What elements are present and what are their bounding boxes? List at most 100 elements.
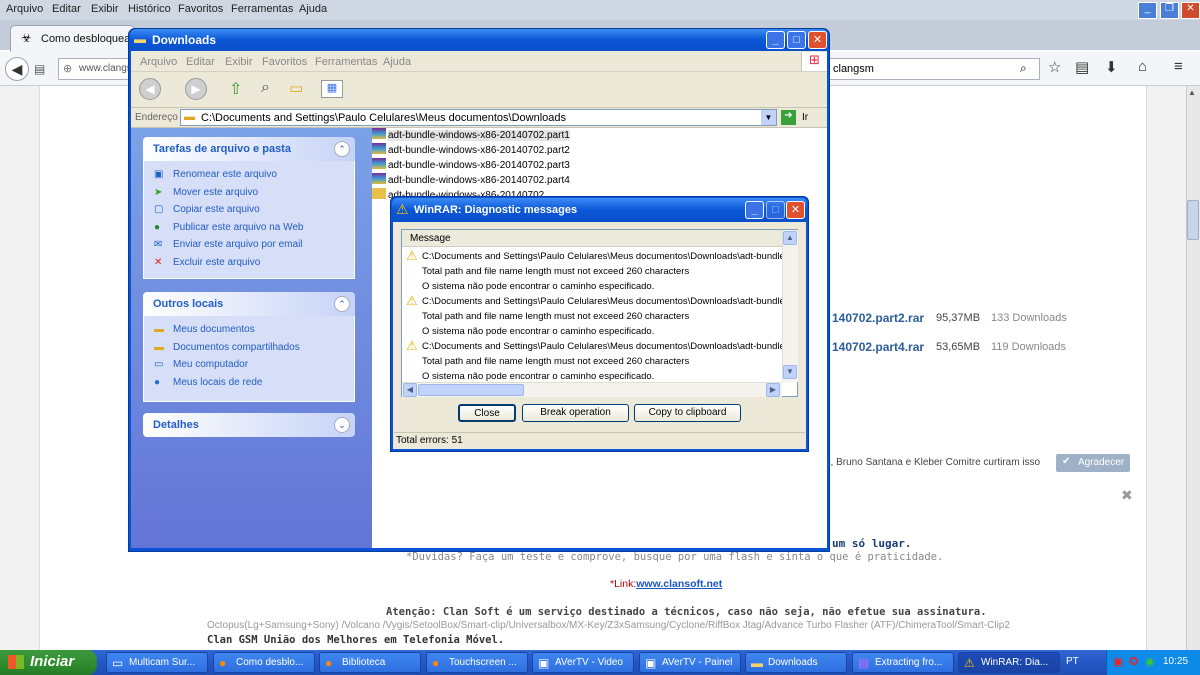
explorer-titlebar[interactable]: ▬ Downloads _ □ ✕ bbox=[130, 29, 828, 51]
menu-arquivo[interactable]: Arquivo bbox=[140, 56, 177, 68]
download-link[interactable]: 140702.part2.rar bbox=[832, 311, 924, 325]
folder-icon: ▬ bbox=[751, 656, 763, 670]
break-operation-button[interactable]: Break operation bbox=[522, 404, 629, 422]
pdf-icon[interactable]: ▣ bbox=[1113, 655, 1123, 668]
dropdown-icon[interactable]: ▼ bbox=[761, 110, 776, 125]
menu-editar[interactable]: Editar bbox=[186, 56, 215, 68]
file-item[interactable]: adt-bundle-windows-x86-20140702.part3 bbox=[372, 158, 570, 171]
bookmarks-icon[interactable]: ▤ bbox=[34, 62, 45, 76]
clansoft-link[interactable]: www.clansoft.net bbox=[636, 578, 722, 590]
page-scroll-thumb[interactable] bbox=[1187, 200, 1199, 240]
task-copy[interactable]: ▢ Copiar este arquivo bbox=[154, 204, 260, 215]
horizontal-scroll-thumb[interactable] bbox=[418, 384, 524, 396]
ff-menu-arquivo[interactable]: Arquivo bbox=[6, 3, 43, 15]
clock[interactable]: 10:25 bbox=[1163, 656, 1188, 667]
search-icon[interactable]: ⌕ bbox=[1020, 61, 1027, 76]
views-icon[interactable]: ▦ bbox=[321, 80, 343, 98]
home-icon[interactable]: ⌂ bbox=[1138, 58, 1147, 75]
page-scrollbar[interactable]: ▲ bbox=[1186, 86, 1200, 650]
ff-menu-historico[interactable]: Histórico bbox=[128, 3, 171, 15]
ff-restore-button[interactable]: ❐ bbox=[1160, 2, 1179, 19]
taskbar-item[interactable]: ● Biblioteca bbox=[319, 652, 421, 673]
network-icon[interactable]: ◉ bbox=[1145, 655, 1155, 668]
start-button[interactable]: Iniciar bbox=[0, 650, 97, 675]
taskbar-item[interactable]: ▭ Multicam Sur... bbox=[106, 652, 208, 673]
scroll-up-icon[interactable]: ▲ bbox=[1188, 88, 1196, 97]
place-network[interactable]: ● Meus locais de rede bbox=[154, 377, 263, 388]
ff-menu-ajuda[interactable]: Ajuda bbox=[299, 3, 327, 15]
agradecer-button[interactable]: ✔ Agradecer bbox=[1056, 454, 1130, 472]
ff-menu-ferramentas[interactable]: Ferramentas bbox=[231, 3, 293, 15]
copy-to-clipboard-button[interactable]: Copy to clipboard bbox=[634, 404, 741, 422]
up-folder-icon[interactable]: ⇧ bbox=[229, 79, 242, 99]
go-arrow-icon[interactable]: ➜ bbox=[781, 110, 796, 125]
place-my-documents[interactable]: ▬ Meus documentos bbox=[154, 324, 255, 335]
back-icon[interactable]: ◀ bbox=[5, 57, 29, 81]
task-publish[interactable]: ● Publicar este arquivo na Web bbox=[154, 222, 303, 233]
go-label[interactable]: Ir bbox=[802, 112, 808, 123]
menu-ferramentas[interactable]: Ferramentas bbox=[315, 56, 377, 68]
search-icon[interactable]: ⌕ bbox=[261, 79, 270, 97]
file-item[interactable]: adt-bundle-windows-x86-20140702.part4 bbox=[372, 173, 570, 186]
winrar-titlebar[interactable]: ⚠ WinRAR: Diagnostic messages _ □ ✕ bbox=[392, 198, 807, 222]
taskbar-item[interactable]: ▬ Downloads bbox=[745, 652, 847, 673]
ff-menu-exibir[interactable]: Exibir bbox=[91, 3, 119, 15]
message-column-header[interactable]: Message bbox=[402, 230, 782, 247]
task-email[interactable]: ✉ Enviar este arquivo por email bbox=[154, 239, 303, 250]
search-input[interactable]: clangsm ⌕ bbox=[826, 58, 1040, 80]
menu-icon[interactable]: ≡ bbox=[1174, 58, 1183, 75]
maximize-button[interactable]: □ bbox=[787, 31, 806, 49]
ff-menu-editar[interactable]: Editar bbox=[52, 3, 81, 15]
details-panel-header[interactable]: Detalhes ⌄ bbox=[143, 413, 355, 437]
minimize-button[interactable]: _ bbox=[766, 31, 785, 49]
scroll-right-icon[interactable]: ▶ bbox=[766, 383, 780, 397]
places-panel-header[interactable]: Outros locais ⌃ bbox=[143, 292, 355, 316]
folders-icon[interactable]: ▭ bbox=[289, 79, 303, 97]
back-icon[interactable]: ◀ bbox=[139, 78, 161, 100]
tasks-panel-header[interactable]: Tarefas de arquivo e pasta ⌃ bbox=[143, 137, 355, 161]
horizontal-scrollbar[interactable]: ◀ ▶ bbox=[402, 382, 782, 397]
address-input[interactable]: ▬ C:\Documents and Settings\Paulo Celula… bbox=[180, 109, 777, 126]
menu-ajuda[interactable]: Ajuda bbox=[383, 56, 411, 68]
taskbar-item[interactable]: ▣ AVerTV - Painel bbox=[639, 652, 741, 673]
message-list[interactable]: Message ⚠ C:\Documents and Settings\Paul… bbox=[401, 229, 798, 397]
ff-minimize-button[interactable]: _ bbox=[1138, 2, 1157, 19]
place-my-computer[interactable]: ▭ Meu computador bbox=[154, 359, 248, 370]
taskbar-item[interactable]: ▣ AVerTV - Video bbox=[532, 652, 634, 673]
file-item[interactable]: adt-bundle-windows-x86-20140702.part2 bbox=[372, 143, 570, 156]
close-button[interactable]: ✕ bbox=[808, 31, 827, 49]
collapse-icon[interactable]: ⌃ bbox=[334, 296, 350, 312]
url-input[interactable]: ⊕ www.clangs bbox=[58, 58, 138, 80]
place-shared-documents[interactable]: ▬ Documentos compartilhados bbox=[154, 342, 300, 353]
taskbar-item[interactable]: ● Touchscreen ... bbox=[426, 652, 528, 673]
ff-tab[interactable]: ☣ Como desbloquear o bbox=[10, 25, 143, 52]
task-delete[interactable]: ✕ Excluir este arquivo bbox=[154, 257, 260, 268]
scroll-left-icon[interactable]: ◀ bbox=[403, 383, 417, 397]
scroll-up-icon[interactable]: ▲ bbox=[783, 231, 797, 245]
reader-icon[interactable]: ▤ bbox=[1075, 58, 1089, 76]
file-item[interactable]: adt-bundle-windows-x86-20140702.part1 bbox=[372, 128, 570, 141]
download-icon[interactable]: ⬇ bbox=[1105, 58, 1118, 76]
menu-favoritos[interactable]: Favoritos bbox=[262, 56, 307, 68]
taskbar-item[interactable]: ⚠ WinRAR: Dia... bbox=[958, 652, 1060, 673]
expand-icon[interactable]: ⌄ bbox=[334, 417, 350, 433]
menu-exibir[interactable]: Exibir bbox=[225, 56, 253, 68]
task-move[interactable]: ➤ Mover este arquivo bbox=[154, 187, 258, 198]
vertical-scrollbar[interactable]: ▲ ▼ bbox=[782, 230, 798, 382]
alert-icon[interactable]: ✪ bbox=[1129, 655, 1138, 668]
close-dialog-button[interactable]: Close bbox=[458, 404, 516, 422]
collapse-icon[interactable]: ⌃ bbox=[334, 141, 350, 157]
ff-close-button[interactable]: ✕ bbox=[1181, 2, 1200, 19]
taskbar-item[interactable]: ● Como desblo... bbox=[213, 652, 315, 673]
close-button[interactable]: ✕ bbox=[786, 201, 805, 219]
task-rename[interactable]: ▣ Renomear este arquivo bbox=[154, 169, 277, 180]
scroll-down-icon[interactable]: ▼ bbox=[783, 365, 797, 379]
taskbar-item[interactable]: ▤ Extracting fro... bbox=[852, 652, 954, 673]
download-link[interactable]: 140702.part4.rar bbox=[832, 340, 924, 354]
minimize-button[interactable]: _ bbox=[745, 201, 764, 219]
forward-icon[interactable]: ▶ bbox=[185, 78, 207, 100]
ff-menu-favoritos[interactable]: Favoritos bbox=[178, 3, 223, 15]
star-icon[interactable]: ☆ bbox=[1048, 58, 1061, 76]
language-indicator[interactable]: PT bbox=[1066, 656, 1079, 667]
close-icon[interactable]: ✖ bbox=[1121, 487, 1133, 504]
